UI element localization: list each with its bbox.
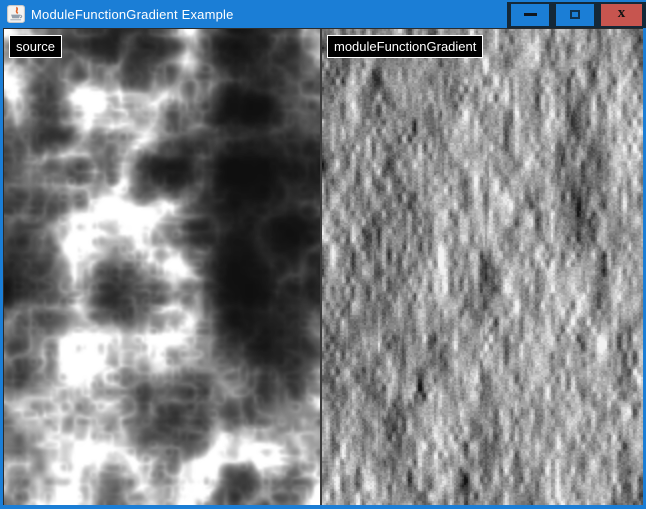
window-title: ModuleFunctionGradient Example — [31, 7, 507, 22]
close-button[interactable]: x — [599, 2, 644, 28]
minimize-button[interactable] — [509, 2, 551, 28]
module-function-gradient-image — [322, 29, 643, 505]
gradient-image-label: moduleFunctionGradient — [327, 35, 483, 58]
source-image — [4, 29, 320, 505]
close-icon: x — [618, 6, 626, 21]
content-area: source moduleFunctionGradient — [3, 28, 643, 505]
titlebar[interactable]: ModuleFunctionGradient Example x — [0, 0, 646, 28]
gradient-image-panel: moduleFunctionGradient — [322, 29, 643, 505]
source-image-label: source — [9, 35, 62, 58]
maximize-icon — [570, 10, 580, 19]
minimize-icon — [524, 13, 537, 16]
maximize-button[interactable] — [554, 2, 596, 28]
java-coffee-cup-icon — [7, 5, 25, 23]
source-image-panel: source — [4, 29, 320, 505]
window-controls: x — [507, 2, 646, 28]
app-window: ModuleFunctionGradient Example x source … — [0, 0, 646, 509]
